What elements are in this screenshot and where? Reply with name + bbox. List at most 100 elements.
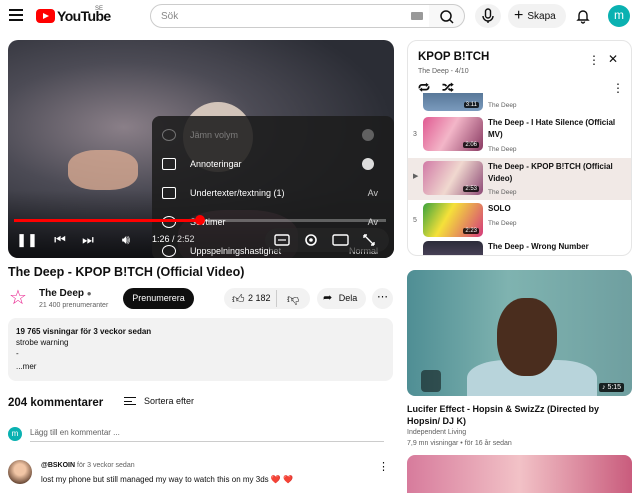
- video-title: The Deep - KPOP B!TCH (Official Video): [8, 265, 245, 279]
- add-comment-input[interactable]: Lägg till en kommentar ...: [30, 428, 384, 442]
- stable-volume-toggle: [362, 128, 374, 141]
- like-count[interactable]: 2 182: [248, 293, 271, 303]
- create-label: Skapa: [527, 10, 556, 22]
- playlist-thumbnail: [423, 241, 483, 255]
- like-dislike-bar: 👍︎ 2 182 👎︎: [224, 288, 310, 309]
- progress-bar-fill: [14, 219, 200, 222]
- duration-badge: 2:53: [463, 186, 479, 192]
- playlist-item[interactable]: 3 2:06 The Deep - I Hate Silence (Offici…: [408, 117, 631, 157]
- mic-icon: [482, 8, 494, 23]
- commenter-avatar[interactable]: [8, 460, 32, 484]
- search-input[interactable]: Sök: [150, 4, 430, 28]
- playlist-item-channel: The Deep: [488, 146, 517, 153]
- menu-icon[interactable]: [9, 9, 23, 21]
- video-player[interactable]: Jämn volym Annoteringar Undertexter/text…: [8, 40, 394, 258]
- duration: 2:52: [177, 234, 195, 244]
- country-code: SE: [95, 6, 104, 12]
- playlist-item-number: 6: [413, 255, 417, 256]
- user-avatar: m: [8, 427, 22, 441]
- current-time: 1:26: [152, 234, 170, 244]
- duration-badge: 2:23: [463, 228, 479, 234]
- account-avatar[interactable]: m: [608, 5, 630, 27]
- settings-label: Jämn volym: [190, 129, 239, 140]
- sort-icon: [124, 397, 136, 405]
- plus-icon: +: [514, 7, 524, 24]
- playlist-item[interactable]: 6 The Deep - Wrong Number: [408, 241, 631, 256]
- dislike-icon[interactable]: 👎︎: [287, 292, 299, 307]
- playlist-item-channel: The Deep: [488, 220, 517, 227]
- comment-author[interactable]: @BSKOIN för 3 veckor sedan: [41, 462, 135, 469]
- playlist-thumbnail: 2:23: [423, 203, 483, 237]
- recommended-video-title[interactable]: Lucifer Effect - Hopsin & SwizZz (Direct…: [407, 403, 632, 427]
- settings-subtitles[interactable]: Undertexter/textning (1) Av: [152, 178, 394, 207]
- playback-speed-icon: [162, 244, 176, 257]
- previous-icon[interactable]: ⏮: [50, 230, 70, 250]
- settings-gear-icon[interactable]: [305, 234, 317, 246]
- like-icon[interactable]: 👍︎: [232, 292, 245, 307]
- settings-value: Av: [367, 187, 378, 198]
- playlist-item[interactable]: 5 2:23 SOLO The Deep: [408, 203, 631, 243]
- youtube-play-icon: [36, 9, 55, 23]
- voice-search-button[interactable]: [475, 4, 501, 28]
- scrubber-handle[interactable]: [195, 215, 205, 225]
- now-playing-icon: ▶: [413, 173, 419, 180]
- subscribe-button[interactable]: Prenumerera: [123, 288, 194, 309]
- search-button[interactable]: [429, 4, 465, 28]
- channel-name[interactable]: The Deep ●: [39, 288, 92, 299]
- recommended-video-meta: 7,9 mn visningar • för 16 år sedan: [407, 440, 512, 447]
- playlist-item-channel: The Deep: [488, 102, 517, 109]
- description-line: -: [16, 349, 19, 358]
- verified-icon: ●: [86, 289, 92, 298]
- playlist-item-current[interactable]: ▶ 2:53 The Deep - KPOP B!TCH (Official V…: [408, 158, 631, 200]
- stable-volume-icon: [162, 128, 176, 141]
- annotations-icon: [162, 157, 176, 170]
- bell-icon: [576, 10, 590, 24]
- more-actions-button[interactable]: ⋯: [372, 288, 393, 309]
- recommended-video-channel[interactable]: Independent Living: [407, 429, 466, 436]
- channel-name-text: The Deep: [39, 288, 85, 299]
- share-button[interactable]: ➦ Dela: [317, 288, 366, 309]
- player-right-controls: [265, 228, 389, 252]
- playlist-item-title: The Deep - Wrong Number: [488, 242, 589, 251]
- share-icon: ➦: [323, 292, 333, 304]
- player-left-controls: ❚❚ ⏮ ⏭ 🔊︎: [16, 230, 146, 250]
- recommended-video-thumbnail[interactable]: ♪ 5:15: [407, 270, 632, 396]
- recommended-video-thumbnail[interactable]: [407, 455, 632, 493]
- comments-count: 204 kommentarer: [8, 397, 104, 409]
- share-label: Dela: [338, 293, 358, 303]
- description-box[interactable]: 19 765 visningar för 3 veckor sedan stro…: [8, 318, 393, 381]
- playlist-item[interactable]: 3:11 The Deep: [408, 93, 631, 111]
- playlist-more-icon[interactable]: ⋮: [588, 53, 600, 67]
- create-button[interactable]: + Skapa: [508, 4, 566, 28]
- close-icon[interactable]: ✕: [608, 52, 618, 66]
- settings-label: Annoteringar: [190, 158, 242, 169]
- video-frame-hand: [68, 150, 138, 190]
- comment-more-icon[interactable]: ⋮: [378, 460, 389, 473]
- settings-annotations[interactable]: Annoteringar: [152, 149, 394, 178]
- view-count-date: 19 765 visningar för 3 veckor sedan: [16, 327, 152, 336]
- playlist-item-title: The Deep - KPOP B!TCH (Official Video): [488, 162, 613, 183]
- show-more-link[interactable]: ...mer: [16, 361, 385, 372]
- settings-label: Undertexter/textning (1): [190, 187, 285, 198]
- comment-text: lost my phone but still managed my way t…: [41, 475, 294, 484]
- keyboard-icon[interactable]: [411, 12, 423, 20]
- playlist-thumbnail: 3:11: [423, 93, 483, 111]
- duration-badge: ♪ 5:15: [599, 383, 625, 392]
- pause-icon[interactable]: ❚❚: [16, 230, 38, 250]
- notifications-button[interactable]: [574, 7, 592, 25]
- sort-comments-button[interactable]: Sortera efter: [124, 396, 194, 406]
- channel-avatar-star-icon[interactable]: ☆: [9, 288, 29, 308]
- playlist-item-number: 5: [413, 217, 417, 224]
- fullscreen-icon[interactable]: [363, 234, 375, 246]
- theater-mode-icon[interactable]: [332, 234, 349, 246]
- playlist-item-channel: The Deep: [488, 189, 517, 196]
- next-icon[interactable]: ⏭: [78, 230, 98, 250]
- volume-icon[interactable]: 🔊︎: [116, 230, 136, 250]
- subtitles-button-icon[interactable]: [274, 234, 290, 246]
- playlist-title: KPOP B!TCH: [418, 51, 490, 63]
- sort-label: Sortera efter: [144, 396, 195, 406]
- duration-badge: 2:06: [463, 142, 479, 148]
- description-line: strobe warning: [16, 338, 69, 347]
- subtitles-icon: [162, 186, 176, 199]
- annotations-toggle[interactable]: [362, 157, 374, 170]
